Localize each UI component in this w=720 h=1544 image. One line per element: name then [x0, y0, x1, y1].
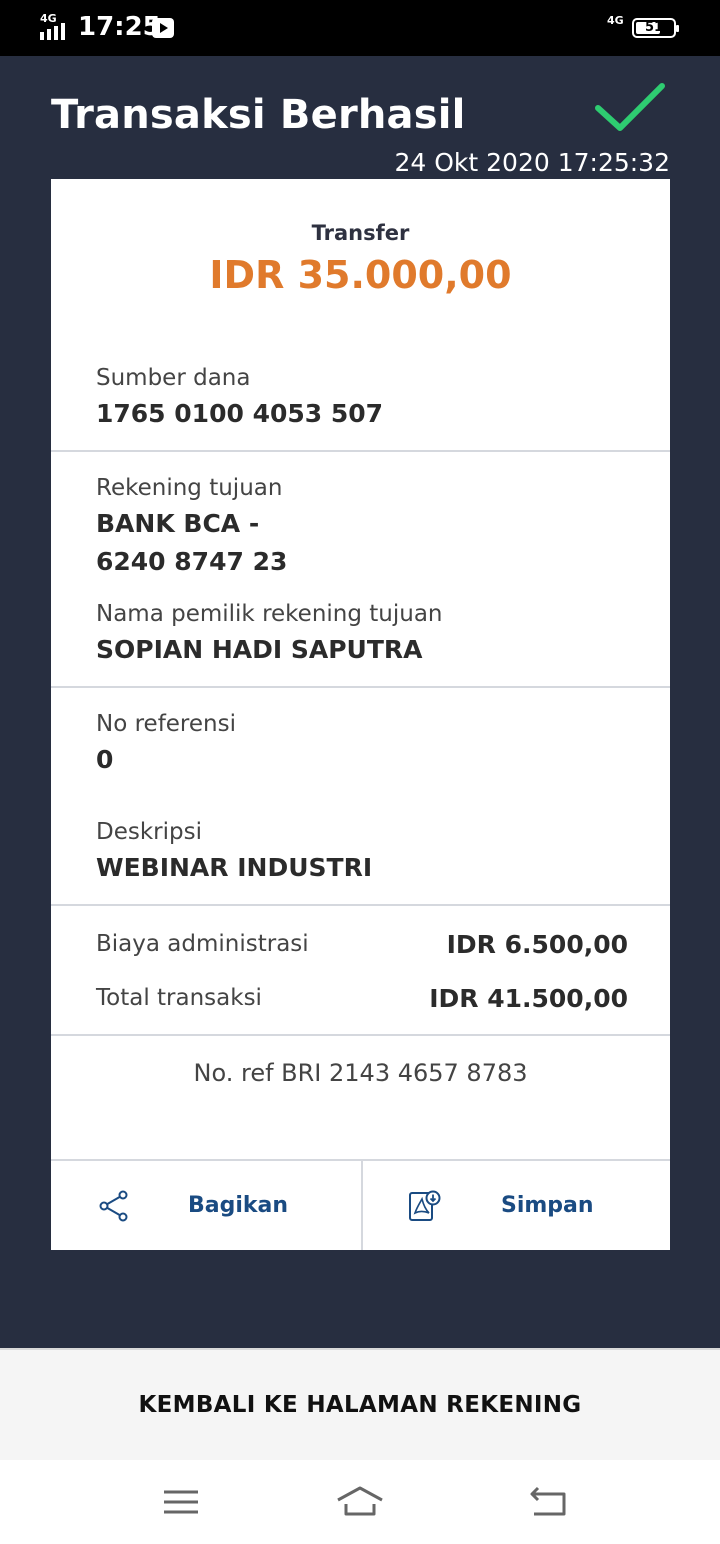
destination-bank: BANK BCA -	[96, 509, 260, 538]
transaction-datetime: 24 Okt 2020 17:25:32	[394, 148, 670, 177]
owner-value: SOPIAN HADI SAPUTRA	[96, 635, 423, 664]
network-type-left: 4G	[40, 12, 57, 25]
destination-account: 6240 8747 23	[96, 547, 288, 576]
owner-label: Nama pemilik rekening tujuan	[96, 601, 443, 627]
description-value: WEBINAR INDUSTRI	[96, 853, 373, 882]
play-store-notification-icon	[152, 18, 174, 38]
signal-icon: 4G	[40, 12, 70, 40]
network-type-right: 4G	[607, 14, 624, 27]
home-icon[interactable]	[335, 1482, 385, 1522]
status-bar: 4G 17:25 4G 51	[0, 0, 720, 56]
checkmark-icon	[595, 83, 665, 131]
menu-icon[interactable]	[156, 1482, 206, 1522]
divider	[51, 1034, 670, 1036]
battery-level: 51	[644, 20, 664, 35]
source-label: Sumber dana	[96, 365, 251, 391]
battery-icon: 51	[632, 18, 679, 38]
share-icon	[99, 1190, 128, 1222]
back-to-account-label: KEMBALI KE HALAMAN REKENING	[138, 1392, 582, 1418]
save-label: Simpan	[501, 1193, 594, 1218]
pdf-download-icon	[409, 1190, 441, 1221]
bri-reference: No. ref BRI 2143 4657 8783	[193, 1059, 528, 1087]
reference-label: No referensi	[96, 711, 236, 737]
back-icon[interactable]	[524, 1482, 574, 1522]
divider	[51, 904, 670, 906]
admin-fee-value: IDR 6.500,00	[446, 930, 628, 959]
back-to-account-button[interactable]: KEMBALI KE HALAMAN REKENING	[0, 1348, 720, 1460]
receipt-card: Transfer IDR 35.000,00 Sumber dana 1765 …	[51, 179, 670, 1250]
total-value: IDR 41.500,00	[429, 984, 628, 1013]
divider	[51, 686, 670, 688]
admin-fee-label: Biaya administrasi	[96, 931, 309, 957]
transaction-amount: IDR 35.000,00	[209, 253, 512, 297]
total-label: Total transaksi	[96, 985, 262, 1011]
system-navigation-bar	[0, 1460, 720, 1544]
clock: 17:25	[78, 12, 161, 42]
source-value: 1765 0100 4053 507	[96, 399, 384, 428]
share-label: Bagikan	[188, 1193, 289, 1218]
description-label: Deskripsi	[96, 819, 202, 845]
divider	[51, 450, 670, 452]
destination-label: Rekening tujuan	[96, 475, 283, 501]
save-button[interactable]: Simpan	[363, 1161, 670, 1250]
share-button[interactable]: Bagikan	[51, 1161, 361, 1250]
transaction-type: Transfer	[311, 221, 410, 245]
page-title: Transaksi Berhasil	[51, 92, 466, 138]
reference-value: 0	[96, 745, 114, 774]
